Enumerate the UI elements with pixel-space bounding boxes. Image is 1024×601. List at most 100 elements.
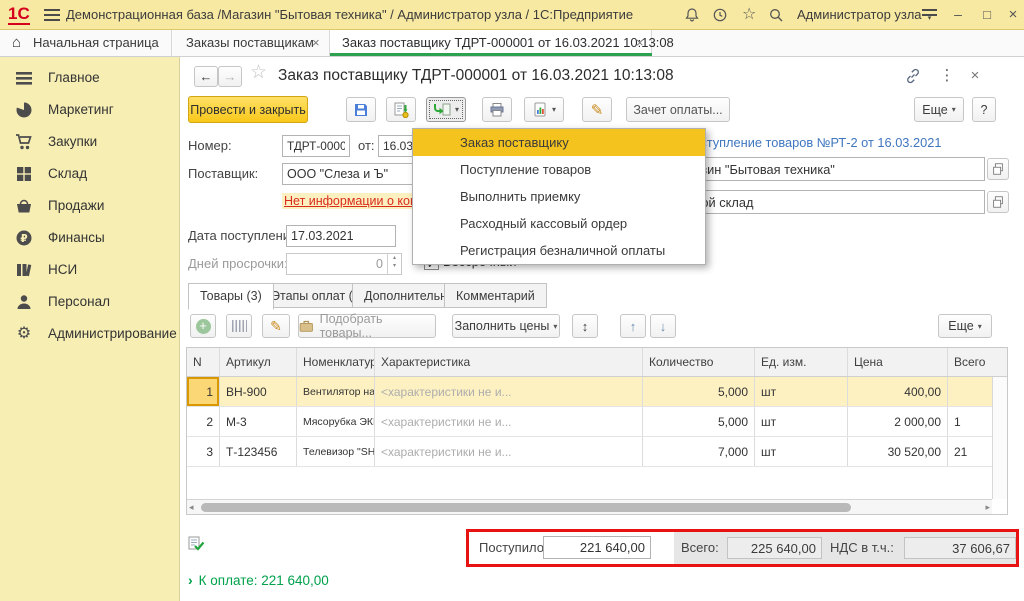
main-menu-hamburger-icon[interactable] bbox=[44, 9, 60, 21]
col-header-quantity[interactable]: Количество bbox=[643, 348, 755, 376]
table-row[interactable]: 2 М-3 Мясорубка ЭКМ-3 <характеристики не… bbox=[187, 407, 1007, 437]
based-on-dropdown-menu: Заказ поставщику Поступление товаров Вып… bbox=[412, 128, 706, 265]
sidebar-item-marketing[interactable]: Маркетинг bbox=[0, 94, 179, 126]
1c-logo[interactable]: 1С bbox=[8, 4, 30, 25]
sidebar-item-nsi[interactable]: НСИ bbox=[0, 254, 179, 286]
spinner-arrows[interactable]: ▴ ▾ bbox=[387, 254, 401, 274]
search-icon[interactable] bbox=[768, 7, 784, 23]
window-close-button[interactable]: × bbox=[1003, 0, 1023, 29]
tab-goods[interactable]: Товары (3) bbox=[188, 283, 274, 310]
based-on-icon bbox=[433, 102, 451, 117]
printer-icon bbox=[489, 102, 505, 118]
tab-home[interactable]: ⌂ Начальная страница bbox=[0, 30, 172, 56]
favorite-star-icon[interactable]: ☆ bbox=[250, 61, 267, 84]
history-icon[interactable] bbox=[712, 7, 728, 23]
shopping-cart-icon bbox=[15, 133, 33, 151]
edit-row-button[interactable]: ✎ bbox=[262, 314, 290, 338]
col-header-price[interactable]: Цена bbox=[848, 348, 948, 376]
col-header-total[interactable]: Всего bbox=[948, 348, 1007, 376]
form-menu-dots-icon[interactable]: ⋮ bbox=[938, 63, 956, 89]
scroll-right-arrow-icon[interactable]: ▸ bbox=[985, 500, 990, 514]
sidebar-item-main[interactable]: Главное bbox=[0, 62, 179, 94]
print-button[interactable] bbox=[482, 97, 512, 122]
favorites-star-icon[interactable]: ☆ bbox=[742, 0, 756, 30]
sidebar-item-warehouse[interactable]: Склад bbox=[0, 158, 179, 190]
service-menu-icon[interactable]: ▾ bbox=[922, 9, 937, 22]
edit-pencil-button[interactable]: ✎ bbox=[582, 97, 612, 122]
gear-icon: ⚙ bbox=[15, 325, 33, 343]
fill-prices-button[interactable]: Заполнить цены▾ bbox=[452, 314, 560, 338]
add-row-button[interactable]: + bbox=[190, 314, 216, 338]
table-row[interactable]: 1 ВН-900 Вентилятор настольный <характер… bbox=[187, 377, 1007, 407]
scrollbar-thumb[interactable] bbox=[201, 503, 851, 512]
no-contact-info-link[interactable]: Нет информации о кон bbox=[282, 193, 416, 209]
menu-item-perform-acceptance[interactable]: Выполнить приемку bbox=[413, 183, 705, 210]
save-button[interactable] bbox=[346, 97, 376, 122]
current-user[interactable]: Администратор узла bbox=[797, 0, 922, 30]
tab-comment[interactable]: Комментарий bbox=[444, 283, 547, 308]
more-button[interactable]: Еще▾ bbox=[914, 97, 964, 122]
table-more-button[interactable]: Еще▾ bbox=[938, 314, 992, 338]
menu-item-supplier-order[interactable]: Заказ поставщику bbox=[413, 129, 705, 156]
post-and-close-button[interactable]: Провести и закрыть bbox=[188, 96, 308, 123]
number-input[interactable] bbox=[282, 135, 350, 157]
warehouse-choose-button[interactable] bbox=[987, 191, 1009, 213]
scroll-left-arrow-icon[interactable]: ◂ bbox=[189, 500, 194, 514]
overdue-days-stepper[interactable]: 0 ▴ ▾ bbox=[286, 253, 402, 275]
vat-label: НДС в т.ч.: bbox=[830, 532, 894, 564]
active-tab-indicator bbox=[330, 53, 652, 56]
received-input[interactable] bbox=[543, 536, 651, 559]
home-icon: ⌂ bbox=[12, 30, 21, 56]
menu-item-cash-outflow-order[interactable]: Расходный кассовый ордер bbox=[413, 210, 705, 237]
catalogs-icon bbox=[15, 261, 33, 279]
expand-rows-button[interactable]: ↕ bbox=[572, 314, 598, 338]
incoming-date-label: Дата поступления: bbox=[188, 225, 301, 247]
form-close-icon[interactable]: × bbox=[966, 63, 984, 89]
vertical-scrollbar[interactable] bbox=[992, 377, 1007, 499]
items-table: N Артикул Номенклатура Характеристика Ко… bbox=[186, 347, 1008, 515]
barcode-scan-button[interactable] bbox=[226, 314, 252, 338]
move-up-button[interactable]: ↑ bbox=[620, 314, 646, 338]
menu-item-cashless-payment-registration[interactable]: Регистрация безналичной оплаты bbox=[413, 237, 705, 264]
sidebar-item-sales[interactable]: Продажи bbox=[0, 190, 179, 222]
sidebar-item-personnel[interactable]: Персонал bbox=[0, 286, 179, 318]
incoming-date-input[interactable] bbox=[286, 225, 396, 247]
col-header-n[interactable]: N bbox=[187, 348, 220, 376]
tab-supplier-orders-list[interactable]: Заказы поставщикам × bbox=[172, 30, 330, 56]
create-based-on-button[interactable]: ▾ bbox=[426, 97, 466, 122]
receipt-document-link[interactable]: Поступление товаров №РТ-2 от 16.03.2021 bbox=[684, 133, 941, 153]
ruble-circle-icon: ₽ bbox=[15, 229, 33, 247]
barcode-icon bbox=[232, 320, 247, 332]
move-down-button[interactable]: ↓ bbox=[650, 314, 676, 338]
organization-input[interactable] bbox=[665, 157, 985, 181]
pick-goods-button[interactable]: Подобрать товары... bbox=[298, 314, 436, 338]
col-header-characteristic[interactable]: Характеристика bbox=[375, 348, 643, 376]
tab-label: Начальная страница bbox=[33, 30, 159, 56]
to-pay-link[interactable]: ›К оплате: 221 640,00 bbox=[188, 572, 329, 592]
tab-supplier-order-document[interactable]: Заказ поставщику ТДРТ-000001 от 16.03.20… bbox=[330, 30, 652, 56]
window-title: Демонстрационная база /Магазин "Бытовая … bbox=[66, 0, 633, 30]
nav-forward-button[interactable]: → bbox=[218, 66, 242, 87]
organization-choose-button[interactable] bbox=[987, 158, 1009, 180]
sidebar-item-finance[interactable]: ₽ Финансы bbox=[0, 222, 179, 254]
tab-close-icon[interactable]: × bbox=[312, 30, 320, 56]
table-row[interactable]: 3 Т-123456 Телевизор "SHARP" <характерис… bbox=[187, 437, 1007, 467]
menu-item-goods-receipt[interactable]: Поступление товаров bbox=[413, 156, 705, 183]
col-header-article[interactable]: Артикул bbox=[220, 348, 297, 376]
sidebar-item-purchases[interactable]: Закупки bbox=[0, 126, 179, 158]
payment-offset-button[interactable]: Зачет оплаты... bbox=[626, 97, 730, 122]
nav-back-button[interactable]: ← bbox=[194, 66, 218, 87]
help-button[interactable]: ? bbox=[972, 97, 996, 122]
notifications-bell-icon[interactable] bbox=[684, 7, 700, 23]
person-icon bbox=[15, 293, 33, 311]
col-header-unit[interactable]: Ед. изм. bbox=[755, 348, 848, 376]
sidebar-item-administration[interactable]: ⚙ Администрирование bbox=[0, 318, 179, 350]
reports-button[interactable]: ▾ bbox=[524, 97, 564, 122]
get-link-icon[interactable] bbox=[905, 68, 921, 84]
col-header-nomenclature[interactable]: Номенклатура bbox=[297, 348, 375, 376]
horizontal-scrollbar[interactable]: ◂ ▸ bbox=[187, 499, 992, 514]
annotation-highlight-box: Поступило: Всего: 225 640,00 НДС в т.ч.:… bbox=[466, 529, 1019, 567]
post-document-button[interactable] bbox=[386, 97, 416, 122]
window-minimize-button[interactable]: – bbox=[946, 0, 970, 28]
window-maximize-button[interactable]: □ bbox=[975, 0, 999, 30]
